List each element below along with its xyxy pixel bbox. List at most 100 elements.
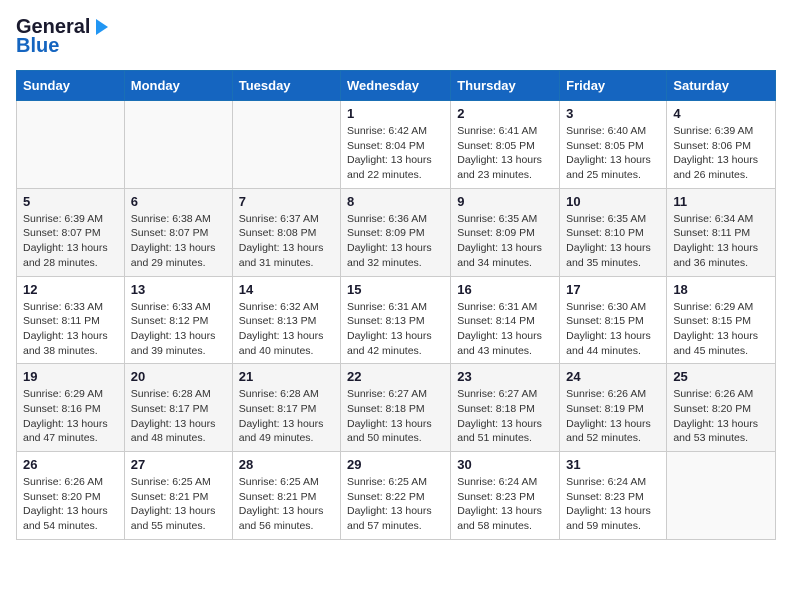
calendar-cell: 31 Sunrise: 6:24 AMSunset: 8:23 PMDayligh…: [560, 452, 667, 540]
day-number: 3: [566, 106, 660, 121]
day-info: Sunrise: 6:31 AMSunset: 8:14 PMDaylight:…: [457, 300, 553, 359]
weekday-header-tuesday: Tuesday: [232, 71, 340, 101]
calendar-cell: 14Sunrise: 6:32 AMSunset: 8:13 PMDayligh…: [232, 276, 340, 364]
day-number: 25: [673, 369, 769, 384]
day-number: 26: [23, 457, 118, 472]
calendar-cell: [17, 101, 125, 189]
calendar-cell: 16 Sunrise: 6:31 AMSunset: 8:14 PMDayligh…: [451, 276, 560, 364]
day-info: Sunrise: 6:42 AMSunset: 8:04 PMDaylight:…: [347, 124, 444, 183]
day-number: 31: [566, 457, 660, 472]
day-info: Sunrise: 6:29 AMSunset: 8:16 PMDaylight:…: [23, 387, 118, 446]
day-info: Sunrise: 6:35 AMSunset: 8:10 PMDaylight:…: [566, 212, 660, 271]
day-info: Sunrise: 6:34 AMSunset: 8:11 PMDaylight:…: [673, 212, 769, 271]
day-info: Sunrise: 6:27 AMSunset: 8:18 PMDaylight:…: [347, 387, 444, 446]
day-number: 15: [347, 282, 444, 297]
calendar-cell: 5Sunrise: 6:39 AMSunset: 8:07 PMDaylight…: [17, 188, 125, 276]
weekday-header-saturday: Saturday: [667, 71, 776, 101]
day-info: Sunrise: 6:27 AMSunset: 8:18 PMDaylight:…: [457, 387, 553, 446]
calendar-cell: [124, 101, 232, 189]
day-number: 18: [673, 282, 769, 297]
day-info: Sunrise: 6:40 AMSunset: 8:05 PMDaylight:…: [566, 124, 660, 183]
calendar-week-3: 12Sunrise: 6:33 AMSunset: 8:11 PMDayligh…: [17, 276, 776, 364]
logo-blue-text: Blue: [16, 35, 112, 58]
day-info: Sunrise: 6:26 AMSunset: 8:20 PMDaylight:…: [673, 387, 769, 446]
day-info: Sunrise: 6:37 AMSunset: 8:08 PMDaylight:…: [239, 212, 334, 271]
day-number: 6: [131, 194, 226, 209]
calendar-cell: 23 Sunrise: 6:27 AMSunset: 8:18 PMDayligh…: [451, 364, 560, 452]
calendar-cell: 11 Sunrise: 6:34 AMSunset: 8:11 PMDayligh…: [667, 188, 776, 276]
calendar-cell: 25 Sunrise: 6:26 AMSunset: 8:20 PMDayligh…: [667, 364, 776, 452]
calendar-cell: 28 Sunrise: 6:25 AMSunset: 8:21 PMDayligh…: [232, 452, 340, 540]
day-info: Sunrise: 6:25 AMSunset: 8:21 PMDaylight:…: [239, 475, 334, 534]
day-number: 11: [673, 194, 769, 209]
day-number: 4: [673, 106, 769, 121]
day-info: Sunrise: 6:24 AMSunset: 8:23 PMDaylight:…: [457, 475, 553, 534]
day-info: Sunrise: 6:36 AMSunset: 8:09 PMDaylight:…: [347, 212, 444, 271]
day-number: 2: [457, 106, 553, 121]
day-info: Sunrise: 6:24 AMSunset: 8:23 PMDaylight:…: [566, 475, 660, 534]
calendar-body: 1 Sunrise: 6:42 AMSunset: 8:04 PMDaylight…: [17, 101, 776, 540]
day-number: 1: [347, 106, 444, 121]
day-info: Sunrise: 6:28 AMSunset: 8:17 PMDaylight:…: [131, 387, 226, 446]
calendar-cell: 30 Sunrise: 6:24 AMSunset: 8:23 PMDayligh…: [451, 452, 560, 540]
page-header: General Blue: [16, 16, 776, 58]
day-number: 19: [23, 369, 118, 384]
weekday-header-sunday: Sunday: [17, 71, 125, 101]
day-info: Sunrise: 6:29 AMSunset: 8:15 PMDaylight:…: [673, 300, 769, 359]
day-info: Sunrise: 6:26 AMSunset: 8:19 PMDaylight:…: [566, 387, 660, 446]
calendar-cell: 22Sunrise: 6:27 AMSunset: 8:18 PMDayligh…: [341, 364, 451, 452]
day-number: 30: [457, 457, 553, 472]
calendar-cell: 17 Sunrise: 6:30 AMSunset: 8:15 PMDayligh…: [560, 276, 667, 364]
day-number: 21: [239, 369, 334, 384]
day-number: 13: [131, 282, 226, 297]
calendar-week-1: 1 Sunrise: 6:42 AMSunset: 8:04 PMDaylight…: [17, 101, 776, 189]
calendar-cell: 2 Sunrise: 6:41 AMSunset: 8:05 PMDaylight…: [451, 101, 560, 189]
day-number: 28: [239, 457, 334, 472]
calendar-cell: 15 Sunrise: 6:31 AMSunset: 8:13 PMDayligh…: [341, 276, 451, 364]
day-info: Sunrise: 6:33 AMSunset: 8:12 PMDaylight:…: [131, 300, 226, 359]
day-number: 8: [347, 194, 444, 209]
calendar-cell: [667, 452, 776, 540]
calendar-cell: 13 Sunrise: 6:33 AMSunset: 8:12 PMDayligh…: [124, 276, 232, 364]
weekday-header-friday: Friday: [560, 71, 667, 101]
calendar-cell: 20Sunrise: 6:28 AMSunset: 8:17 PMDayligh…: [124, 364, 232, 452]
day-info: Sunrise: 6:25 AMSunset: 8:22 PMDaylight:…: [347, 475, 444, 534]
day-number: 17: [566, 282, 660, 297]
calendar-cell: 24 Sunrise: 6:26 AMSunset: 8:19 PMDayligh…: [560, 364, 667, 452]
calendar-cell: 9 Sunrise: 6:35 AMSunset: 8:09 PMDaylight…: [451, 188, 560, 276]
day-number: 14: [239, 282, 334, 297]
day-number: 9: [457, 194, 553, 209]
calendar-cell: [232, 101, 340, 189]
calendar-cell: 7 Sunrise: 6:37 AMSunset: 8:08 PMDaylight…: [232, 188, 340, 276]
calendar-cell: 6Sunrise: 6:38 AMSunset: 8:07 PMDaylight…: [124, 188, 232, 276]
day-info: Sunrise: 6:28 AMSunset: 8:17 PMDaylight:…: [239, 387, 334, 446]
calendar-cell: 8 Sunrise: 6:36 AMSunset: 8:09 PMDaylight…: [341, 188, 451, 276]
day-number: 29: [347, 457, 444, 472]
calendar-cell: 21 Sunrise: 6:28 AMSunset: 8:17 PMDayligh…: [232, 364, 340, 452]
day-info: Sunrise: 6:35 AMSunset: 8:09 PMDaylight:…: [457, 212, 553, 271]
calendar-cell: 3 Sunrise: 6:40 AMSunset: 8:05 PMDaylight…: [560, 101, 667, 189]
weekday-header-wednesday: Wednesday: [341, 71, 451, 101]
day-info: Sunrise: 6:31 AMSunset: 8:13 PMDaylight:…: [347, 300, 444, 359]
day-number: 27: [131, 457, 226, 472]
calendar-cell: 27 Sunrise: 6:25 AMSunset: 8:21 PMDayligh…: [124, 452, 232, 540]
calendar-cell: 18 Sunrise: 6:29 AMSunset: 8:15 PMDayligh…: [667, 276, 776, 364]
calendar-week-5: 26Sunrise: 6:26 AMSunset: 8:20 PMDayligh…: [17, 452, 776, 540]
logo-triangle-icon: [92, 17, 112, 37]
day-number: 7: [239, 194, 334, 209]
day-info: Sunrise: 6:41 AMSunset: 8:05 PMDaylight:…: [457, 124, 553, 183]
calendar-cell: 12Sunrise: 6:33 AMSunset: 8:11 PMDayligh…: [17, 276, 125, 364]
day-info: Sunrise: 6:39 AMSunset: 8:06 PMDaylight:…: [673, 124, 769, 183]
day-info: Sunrise: 6:25 AMSunset: 8:21 PMDaylight:…: [131, 475, 226, 534]
day-number: 24: [566, 369, 660, 384]
day-number: 12: [23, 282, 118, 297]
calendar-cell: 4 Sunrise: 6:39 AMSunset: 8:06 PMDaylight…: [667, 101, 776, 189]
calendar-week-2: 5Sunrise: 6:39 AMSunset: 8:07 PMDaylight…: [17, 188, 776, 276]
day-number: 16: [457, 282, 553, 297]
day-info: Sunrise: 6:30 AMSunset: 8:15 PMDaylight:…: [566, 300, 660, 359]
calendar-cell: 10Sunrise: 6:35 AMSunset: 8:10 PMDayligh…: [560, 188, 667, 276]
calendar-header: SundayMondayTuesdayWednesdayThursdayFrid…: [17, 71, 776, 101]
weekday-header-monday: Monday: [124, 71, 232, 101]
calendar-cell: 1 Sunrise: 6:42 AMSunset: 8:04 PMDaylight…: [341, 101, 451, 189]
day-number: 23: [457, 369, 553, 384]
